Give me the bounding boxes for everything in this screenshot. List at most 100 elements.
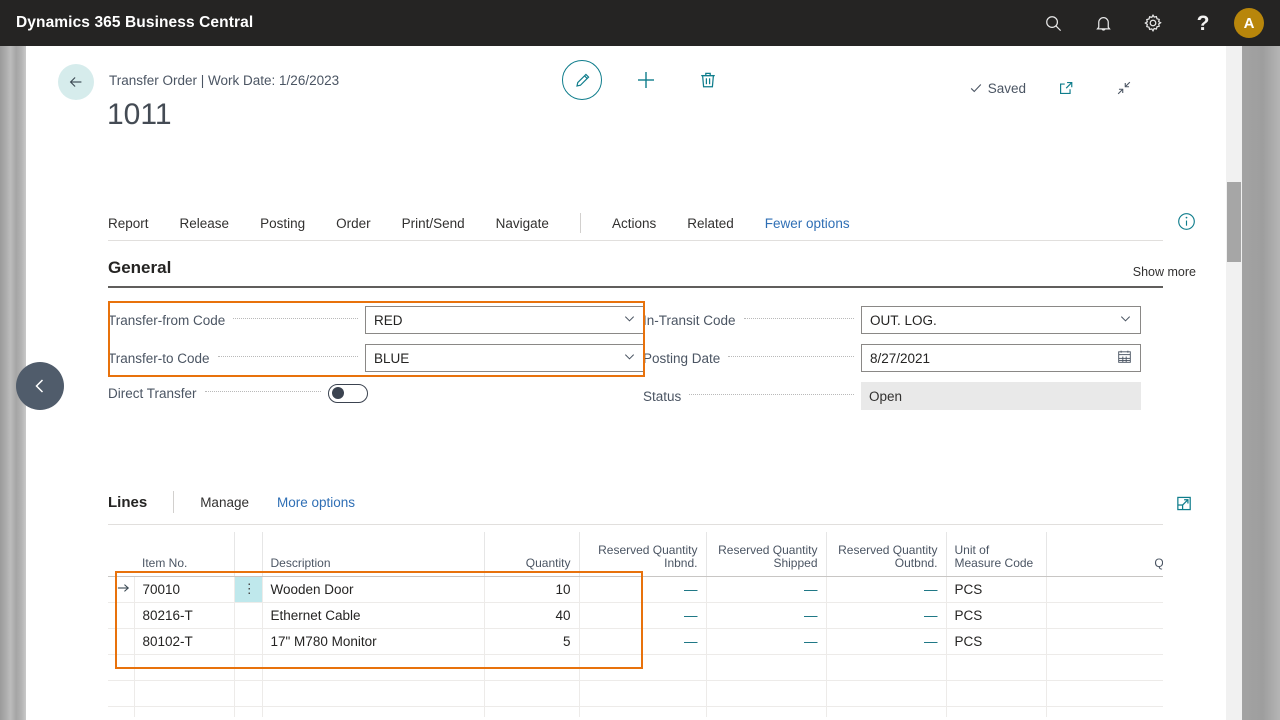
chevron-down-icon[interactable]	[623, 312, 636, 328]
cell-reserved-quantity-outbnd[interactable]: —	[826, 602, 947, 629]
row-options-icon[interactable]: ⋮	[234, 576, 263, 603]
cell-reserved-quantity-shipped[interactable]: —	[706, 628, 827, 655]
row-options-icon[interactable]	[234, 654, 263, 681]
cell-unit-of-measure-code[interactable]	[946, 654, 1047, 681]
row-options-icon[interactable]	[234, 602, 263, 629]
cell-description[interactable]	[262, 706, 485, 717]
cell-reserved-quantity-shipped[interactable]	[706, 680, 827, 707]
cell-qty-to-ship[interactable]	[1046, 706, 1163, 717]
reserved-quantity-dash[interactable]: —	[684, 634, 698, 649]
column-header-reserved-quantity-inbnd[interactable]: Reserved Quantity Inbnd.	[579, 532, 707, 577]
row-selector-arrow[interactable]	[108, 706, 135, 717]
table-row[interactable]: 80102-T 17" M780 Monitor 5 — — — PCS	[108, 628, 1163, 655]
show-more-button[interactable]: Show more	[1133, 265, 1196, 279]
cell-qty-to-ship[interactable]: 1	[1046, 576, 1163, 603]
row-options-icon[interactable]	[234, 680, 263, 707]
table-row[interactable]	[108, 680, 1163, 707]
collapse-panel-button[interactable]	[16, 362, 64, 410]
cell-unit-of-measure-code[interactable]: PCS	[946, 602, 1047, 629]
cell-reserved-quantity-inbnd[interactable]: —	[579, 628, 707, 655]
reserved-quantity-dash[interactable]: —	[804, 582, 818, 597]
cell-description[interactable]: Wooden Door	[262, 576, 485, 603]
page-vertical-scrollbar[interactable]	[1226, 46, 1242, 720]
cell-reserved-quantity-outbnd[interactable]: —	[826, 576, 947, 603]
expand-lines-icon[interactable]	[1175, 494, 1194, 518]
cell-reserved-quantity-inbnd[interactable]	[579, 680, 707, 707]
menu-item-print-send[interactable]: Print/Send	[402, 216, 465, 231]
cell-item-no[interactable]: 70010	[134, 576, 235, 603]
cell-quantity[interactable]	[484, 680, 580, 707]
row-options-icon[interactable]	[234, 628, 263, 655]
column-header-qty-to-ship[interactable]: Qty. to Shi	[1046, 532, 1163, 577]
cell-unit-of-measure-code[interactable]	[946, 706, 1047, 717]
row-selector-arrow[interactable]	[108, 654, 135, 681]
cell-reserved-quantity-shipped[interactable]: —	[706, 602, 827, 629]
cell-reserved-quantity-shipped[interactable]: —	[706, 576, 827, 603]
cell-reserved-quantity-inbnd[interactable]: —	[579, 602, 707, 629]
lines-menu-manage[interactable]: Manage	[200, 495, 249, 510]
cell-qty-to-ship[interactable]	[1046, 654, 1163, 681]
cell-quantity[interactable]: 5	[484, 628, 580, 655]
cell-quantity[interactable]	[484, 654, 580, 681]
cell-quantity[interactable]: 10	[484, 576, 580, 603]
cell-qty-to-ship[interactable]	[1046, 680, 1163, 707]
cell-unit-of-measure-code[interactable]: PCS	[946, 576, 1047, 603]
add-icon[interactable]	[628, 60, 664, 100]
transfer-to-code-input[interactable]: BLUE	[365, 344, 645, 372]
chevron-down-icon[interactable]	[623, 350, 636, 366]
direct-transfer-toggle[interactable]	[328, 384, 368, 403]
menu-item-report[interactable]: Report	[108, 216, 149, 231]
menu-item-fewer-options[interactable]: Fewer options	[765, 216, 850, 231]
search-icon[interactable]	[1028, 0, 1078, 46]
back-button[interactable]	[58, 64, 94, 100]
menu-item-actions[interactable]: Actions	[612, 216, 656, 231]
cell-reserved-quantity-inbnd[interactable]	[579, 654, 707, 681]
cell-reserved-quantity-inbnd[interactable]: —	[579, 576, 707, 603]
cell-qty-to-ship[interactable]	[1046, 602, 1163, 629]
cell-unit-of-measure-code[interactable]: PCS	[946, 628, 1047, 655]
avatar[interactable]: A	[1234, 8, 1264, 38]
table-row[interactable]	[108, 654, 1163, 681]
column-header-description[interactable]: Description	[262, 532, 485, 577]
cell-description[interactable]	[262, 654, 485, 681]
info-icon[interactable]	[1177, 212, 1196, 236]
cell-reserved-quantity-shipped[interactable]	[706, 706, 827, 717]
menu-item-navigate[interactable]: Navigate	[496, 216, 549, 231]
transfer-from-code-input[interactable]: RED	[365, 306, 645, 334]
calendar-icon[interactable]	[1117, 349, 1132, 367]
open-in-new-window-icon[interactable]	[1048, 68, 1084, 108]
cell-reserved-quantity-outbnd[interactable]	[826, 706, 947, 717]
gear-icon[interactable]	[1128, 0, 1178, 46]
help-icon[interactable]: ?	[1178, 0, 1228, 46]
cell-description[interactable]	[262, 680, 485, 707]
reserved-quantity-dash[interactable]: —	[924, 608, 938, 623]
cell-reserved-quantity-inbnd[interactable]	[579, 706, 707, 717]
reserved-quantity-dash[interactable]: —	[924, 634, 938, 649]
cell-reserved-quantity-outbnd[interactable]	[826, 680, 947, 707]
row-selector-arrow[interactable]	[108, 680, 135, 707]
cell-reserved-quantity-shipped[interactable]	[706, 654, 827, 681]
column-header-unit-of-measure-code[interactable]: Unit of Measure Code	[946, 532, 1047, 577]
reserved-quantity-dash[interactable]: —	[804, 634, 818, 649]
column-header-reserved-quantity-outbnd[interactable]: Reserved Quantity Outbnd.	[826, 532, 947, 577]
menu-item-release[interactable]: Release	[180, 216, 230, 231]
chevron-down-icon[interactable]	[1119, 312, 1132, 328]
table-row[interactable]	[108, 706, 1163, 717]
column-header-quantity[interactable]: Quantity	[484, 532, 580, 577]
row-options-icon[interactable]	[234, 706, 263, 717]
cell-item-no[interactable]: 80102-T	[134, 628, 235, 655]
bell-icon[interactable]	[1078, 0, 1128, 46]
cell-reserved-quantity-outbnd[interactable]: —	[826, 628, 947, 655]
menu-item-related[interactable]: Related	[687, 216, 734, 231]
reserved-quantity-dash[interactable]: —	[684, 582, 698, 597]
cell-description[interactable]: Ethernet Cable	[262, 602, 485, 629]
menu-item-posting[interactable]: Posting	[260, 216, 305, 231]
cell-item-no[interactable]	[134, 680, 235, 707]
row-selector-arrow[interactable]	[108, 628, 135, 655]
cell-unit-of-measure-code[interactable]	[946, 680, 1047, 707]
cell-reserved-quantity-outbnd[interactable]	[826, 654, 947, 681]
collapse-page-icon[interactable]	[1106, 68, 1142, 108]
lines-menu-more-options[interactable]: More options	[277, 495, 355, 510]
page-vertical-scrollbar-thumb[interactable]	[1227, 182, 1241, 262]
reserved-quantity-dash[interactable]: —	[924, 582, 938, 597]
